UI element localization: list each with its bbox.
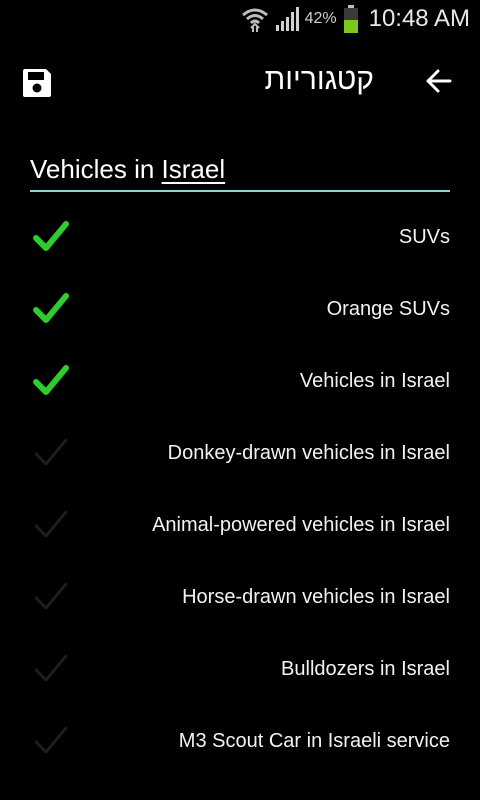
back-arrow-icon[interactable] <box>424 66 454 96</box>
list-item-label: Bulldozers in Israel <box>281 658 450 680</box>
list-item[interactable]: Animal-powered vehicles in Israel <box>0 490 480 562</box>
signal-icon <box>275 7 299 31</box>
search-text-prefix: Vehicles in <box>30 154 162 184</box>
checkmark-icon[interactable] <box>32 508 70 542</box>
battery-icon <box>343 5 358 33</box>
list-item[interactable]: SUVs <box>0 202 480 274</box>
search-text-underlined: Israel <box>161 154 226 184</box>
status-bar: 42% 10:48 AM <box>0 0 480 38</box>
list-item-label: Vehicles in Israel <box>299 370 450 392</box>
list-item-label: SUVs <box>398 226 450 248</box>
checkmark-icon[interactable] <box>32 652 70 686</box>
checkmark-icon[interactable] <box>32 292 70 326</box>
checkmark-icon[interactable] <box>32 724 70 758</box>
checkmark-icon[interactable] <box>32 580 70 614</box>
battery-percent: 42% <box>304 10 337 27</box>
category-list: SUVs Orange SUVs Vehicles in Israel Donk… <box>0 202 480 778</box>
list-item[interactable]: Vehicles in Israel <box>0 346 480 418</box>
page-title: קטגוריות <box>264 63 375 96</box>
app-bar: קטגוריות <box>0 38 480 122</box>
checkmark-icon[interactable] <box>32 436 70 470</box>
list-item-label: Horse-drawn vehicles in Israel <box>182 586 450 608</box>
list-item-label: M3 Scout Car in Israeli service <box>178 730 450 752</box>
list-item[interactable]: Horse-drawn vehicles in Israel <box>0 562 480 634</box>
checkmark-icon[interactable] <box>32 364 70 398</box>
search-field[interactable]: Vehicles in Israel <box>30 150 450 192</box>
list-item[interactable]: Bulldozers in Israel <box>0 634 480 706</box>
status-icons: 42% 10:48 AM <box>241 5 470 33</box>
save-icon[interactable] <box>20 66 54 100</box>
wifi-icon <box>241 8 268 32</box>
search-input[interactable]: Vehicles in Israel <box>30 150 450 188</box>
list-item-label: Donkey-drawn vehicles in Israel <box>167 442 450 464</box>
clock: 10:48 AM <box>368 5 470 32</box>
checkmark-icon[interactable] <box>32 220 70 254</box>
list-item-label: Animal-powered vehicles in Israel <box>152 514 450 536</box>
list-item[interactable]: Donkey-drawn vehicles in Israel <box>0 418 480 490</box>
list-item[interactable]: M3 Scout Car in Israeli service <box>0 706 480 778</box>
list-item[interactable]: Orange SUVs <box>0 274 480 346</box>
search-underline <box>30 190 450 192</box>
list-item-label: Orange SUVs <box>326 298 450 320</box>
